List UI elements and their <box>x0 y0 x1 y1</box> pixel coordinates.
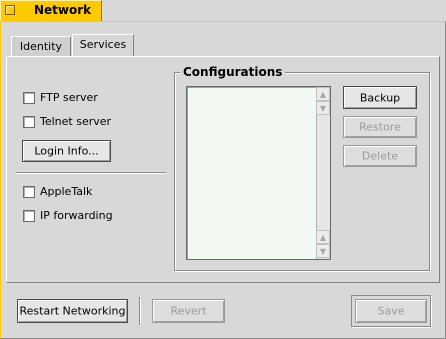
login-info-button[interactable]: Login Info... <box>22 140 111 162</box>
divider <box>16 172 166 174</box>
backup-button[interactable]: Backup <box>343 86 417 109</box>
configurations-title: Configurations <box>180 65 286 79</box>
window-title: Network <box>34 3 92 17</box>
restart-networking-button-label: Restart Networking <box>19 304 126 318</box>
save-button-label: Save <box>377 304 405 318</box>
telnet-server-label: Telnet server <box>40 115 112 128</box>
login-info-button-label: Login Info... <box>34 144 99 158</box>
tab-label: Identity <box>19 40 63 53</box>
restart-networking-button[interactable]: Restart Networking <box>17 299 128 323</box>
ip-forwarding-checkbox[interactable] <box>23 210 35 222</box>
configurations-list[interactable] <box>186 86 331 260</box>
tab-identity[interactable]: Identity <box>11 36 71 56</box>
delete-button-label: Delete <box>361 149 399 163</box>
ip-forwarding-label: IP forwarding <box>40 209 113 222</box>
scroll-down-icon[interactable]: ▼ <box>316 244 330 258</box>
telnet-server-checkbox[interactable] <box>23 116 35 128</box>
restore-button-label: Restore <box>359 120 401 134</box>
save-button[interactable]: Save <box>355 299 427 323</box>
appletalk-checkbox[interactable] <box>23 186 35 198</box>
revert-button-label: Revert <box>170 304 207 318</box>
restore-button[interactable]: Restore <box>343 116 417 138</box>
backup-button-label: Backup <box>359 91 401 104</box>
close-icon[interactable] <box>5 5 15 15</box>
divider <box>139 297 141 325</box>
tab-label: Services <box>79 38 127 51</box>
ftp-server-label: FTP server <box>40 91 98 104</box>
scroll-up-icon[interactable]: ▲ <box>316 230 330 244</box>
appletalk-label: AppleTalk <box>40 185 93 198</box>
revert-button[interactable]: Revert <box>152 299 225 323</box>
scroll-up-icon[interactable]: ▲ <box>316 87 330 101</box>
ftp-server-checkbox[interactable] <box>23 92 35 104</box>
scroll-down-icon[interactable]: ▼ <box>316 101 330 115</box>
delete-button[interactable]: Delete <box>343 145 417 167</box>
tab-services[interactable]: Services <box>72 34 134 56</box>
